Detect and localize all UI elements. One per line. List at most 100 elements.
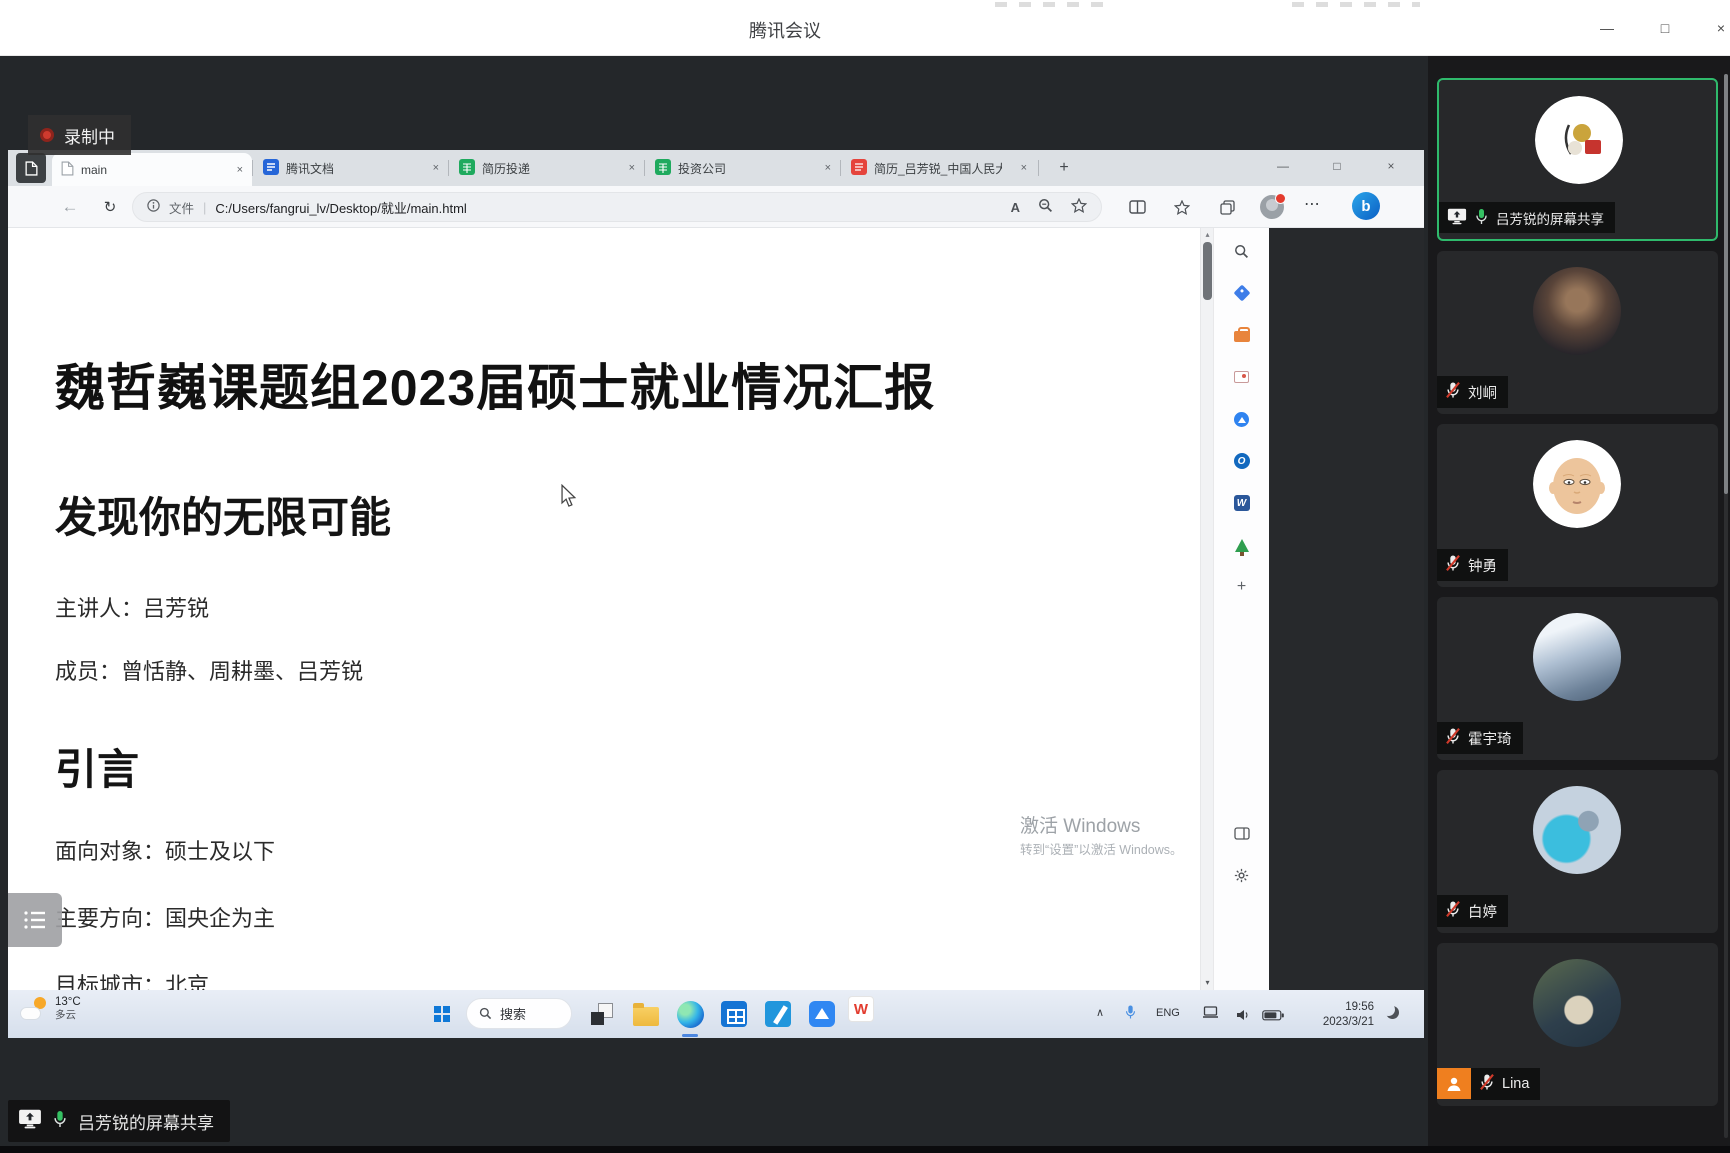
sheet-favicon	[655, 159, 671, 178]
collections-star-icon[interactable]	[1171, 196, 1193, 218]
tab-close-icon[interactable]: ×	[825, 162, 831, 174]
tray-speaker-icon[interactable]	[1236, 1008, 1251, 1026]
tab-resume-delivery-sheet[interactable]: 简历投递 ×	[450, 150, 644, 186]
edge-sidebar: O W +	[1213, 228, 1269, 990]
browser-close-button[interactable]: ×	[1368, 150, 1414, 182]
collections-copy-icon[interactable]	[1216, 196, 1238, 218]
browser-tabstrip: main × 腾讯文档 × 简历投递 × 投资公司 ×	[8, 150, 1424, 186]
activate-windows-watermark: 激活 Windows	[1020, 811, 1140, 838]
back-button[interactable]: ←	[58, 195, 82, 219]
sidebar-add-icon[interactable]: +	[1229, 574, 1255, 600]
tray-battery-icon[interactable]	[1262, 1008, 1285, 1026]
task-view-button[interactable]	[584, 996, 620, 1032]
sidebar-drop-icon[interactable]	[1229, 406, 1255, 432]
activate-windows-watermark-sub: 转到“设置”以激活 Windows。	[1020, 839, 1183, 858]
page-favicon	[61, 161, 74, 179]
sidebar-image-icon[interactable]	[1229, 364, 1255, 390]
active-app-indicator	[682, 1034, 698, 1037]
language-indicator[interactable]: ENG	[1156, 1007, 1180, 1019]
sidebar-tools-icon[interactable]	[1229, 322, 1255, 348]
page-scrollbar[interactable]: ▴ ▾	[1200, 228, 1213, 990]
sidebar-outlook-icon[interactable]: O	[1229, 448, 1255, 474]
participant-label: 吕芳锐的屏幕共享	[1439, 202, 1615, 233]
tab-close-icon[interactable]: ×	[629, 162, 635, 174]
more-menu-icon[interactable]: ⋯	[1304, 194, 1320, 214]
meeting-app-icon[interactable]	[804, 996, 840, 1032]
participant-name: 吕芳锐的屏幕共享	[1496, 208, 1604, 228]
browser-restore-button[interactable]: □	[1314, 150, 1360, 182]
browser-toolbar: ← ↻ 文件 | C:/Users/fangrui_lv/Desktop/就业/…	[8, 186, 1424, 228]
window-close-button[interactable]: ×	[1700, 15, 1730, 41]
zoom-icon[interactable]	[1038, 198, 1053, 216]
mouse-cursor	[560, 484, 578, 513]
tab-companies-sheet[interactable]: 投资公司 ×	[646, 150, 840, 186]
scrollbar-thumb[interactable]	[1203, 242, 1212, 300]
participant-tile[interactable]: 白婷	[1437, 770, 1718, 933]
sidebar-panel-toggle-icon[interactable]	[1229, 820, 1255, 846]
microsoft-store-icon[interactable]	[716, 996, 752, 1032]
favorites-star-icon[interactable]	[1071, 198, 1087, 216]
tab-close-icon[interactable]: ×	[237, 164, 243, 176]
page-subtitle: 发现你的无限可能	[55, 484, 391, 545]
url-text: C:/Users/fangrui_lv/Desktop/就业/main.html	[215, 198, 466, 217]
vscode-icon[interactable]	[760, 996, 796, 1032]
sidebar-search-icon[interactable]	[1229, 238, 1255, 264]
split-screen-icon[interactable]	[1126, 196, 1148, 218]
mic-muted-icon	[1445, 381, 1461, 403]
tab-search-icon[interactable]	[16, 153, 46, 183]
weather-desc-label: 多云	[55, 1009, 81, 1021]
taskbar-search[interactable]: 搜索	[466, 998, 572, 1029]
pdf-favicon	[851, 159, 867, 178]
mic-muted-icon	[1445, 554, 1461, 576]
tab-tencent-docs[interactable]: 腾讯文档 ×	[254, 150, 448, 186]
tray-chevron-icon[interactable]: ∧	[1096, 1006, 1104, 1019]
bing-discover-icon[interactable]: b	[1352, 192, 1380, 220]
mic-muted-icon	[1445, 727, 1461, 749]
participants-scrollbar[interactable]	[1724, 74, 1728, 1138]
refresh-button[interactable]: ↻	[98, 195, 122, 219]
outline-toc-button[interactable]	[8, 893, 62, 947]
participant-tile[interactable]: 霍宇琦	[1437, 597, 1718, 760]
tray-clock[interactable]: 19:56 2023/3/21	[1296, 1000, 1374, 1030]
bottom-strip	[0, 1146, 1730, 1153]
weather-widget[interactable]: 13°C 多云	[20, 996, 81, 1021]
participant-tile[interactable]: Lina	[1437, 943, 1718, 1106]
profile-avatar[interactable]	[1260, 195, 1284, 219]
avatar	[1535, 96, 1623, 184]
start-button[interactable]	[434, 1006, 450, 1022]
participant-tile[interactable]: 刘峒	[1437, 251, 1718, 414]
address-bar[interactable]: 文件 | C:/Users/fangrui_lv/Desktop/就业/main…	[132, 192, 1102, 222]
tab-close-icon[interactable]: ×	[433, 162, 439, 174]
tab-resume-pdf[interactable]: 简历_吕芳锐_中国人民大 ×	[842, 150, 1036, 186]
file-explorer-icon[interactable]	[628, 996, 664, 1032]
new-tab-button[interactable]: +	[1054, 158, 1074, 178]
host-badge-icon	[1437, 1068, 1471, 1099]
sidebar-settings-gear-icon[interactable]	[1229, 862, 1255, 888]
tab-divider	[252, 160, 253, 176]
mic-on-icon	[52, 1110, 68, 1133]
mic-muted-icon	[1479, 1073, 1495, 1095]
participant-tile[interactable]: 钟勇	[1437, 424, 1718, 587]
browser-minimize-button[interactable]: —	[1260, 150, 1306, 182]
shared-desktop: main × 腾讯文档 × 简历投递 × 投资公司 ×	[8, 150, 1424, 1038]
tray-microphone-icon[interactable]	[1124, 1004, 1137, 1025]
meeting-titlebar: 腾讯会议 — □ ×	[0, 0, 1730, 56]
sidebar-shopping-icon[interactable]	[1229, 280, 1255, 306]
do-not-disturb-moon-icon[interactable]	[1386, 1006, 1399, 1019]
url-scheme-label: 文件	[169, 198, 194, 217]
edge-browser-icon[interactable]	[672, 996, 708, 1032]
sidebar-tree-icon[interactable]	[1229, 532, 1255, 558]
tab-close-icon[interactable]: ×	[1021, 162, 1027, 174]
window-minimize-button[interactable]: —	[1586, 15, 1628, 41]
participant-tile-sharer[interactable]: 吕芳锐的屏幕共享	[1437, 78, 1718, 241]
tray-display-icon[interactable]	[1202, 1006, 1219, 1024]
read-aloud-icon[interactable]: A	[1011, 200, 1020, 215]
sheet-favicon	[459, 159, 475, 178]
tab-divider	[840, 160, 841, 176]
info-icon[interactable]	[147, 199, 160, 215]
wps-office-icon[interactable]: W	[848, 996, 874, 1022]
sidebar-word-icon[interactable]: W	[1229, 490, 1255, 516]
tab-main[interactable]: main ×	[52, 153, 252, 186]
window-maximize-button[interactable]: □	[1644, 15, 1686, 41]
tray-date: 2023/3/21	[1323, 1016, 1374, 1028]
